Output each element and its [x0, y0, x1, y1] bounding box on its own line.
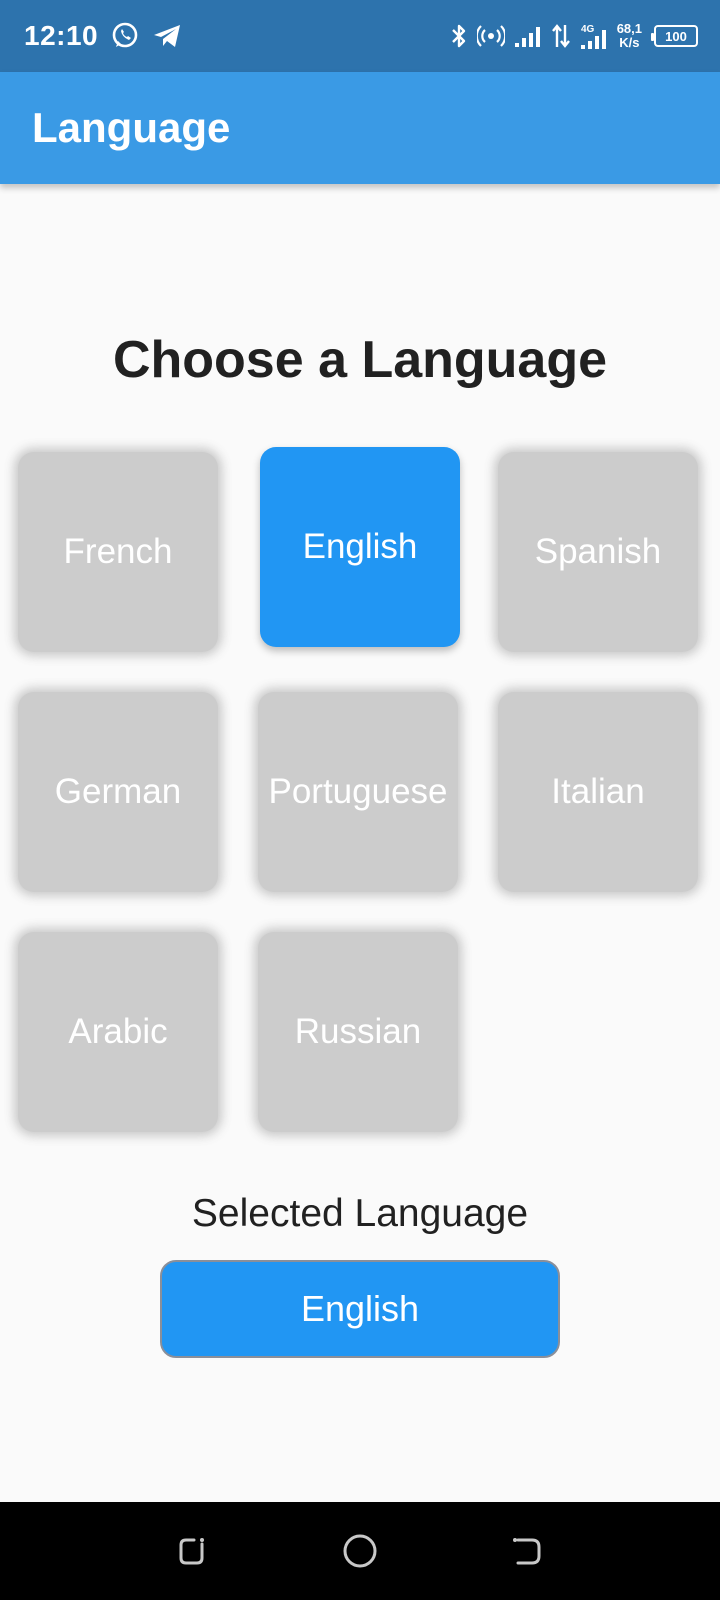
back-icon[interactable] [497, 1521, 557, 1581]
language-tile-russian[interactable]: Russian [258, 932, 458, 1132]
speed-unit: K/s [619, 35, 640, 50]
battery-level: 100 [665, 28, 687, 44]
app-title: Language [32, 104, 231, 151]
bluetooth-icon [449, 22, 469, 50]
battery-icon: 100 [651, 25, 698, 47]
language-tile-french[interactable]: French [18, 452, 218, 652]
signal-4g-icon: 4G [579, 22, 609, 50]
language-label: Italian [551, 772, 645, 811]
status-right: 4G 68,1 K/s 100 [449, 22, 698, 50]
network-speed: 68,1 K/s [617, 22, 642, 50]
language-label: French [63, 532, 173, 571]
language-label: Russian [294, 1012, 422, 1051]
telegram-icon [152, 22, 182, 50]
language-tile-portuguese[interactable]: Portuguese [258, 692, 458, 892]
selected-language-text: English [300, 1288, 420, 1329]
system-nav-bar [0, 1502, 720, 1600]
language-label: Portuguese [268, 772, 448, 811]
language-label: German [54, 772, 182, 811]
app-bar: Language [0, 72, 720, 184]
page-heading: Choose a Language [112, 331, 608, 389]
language-label: Arabic [68, 1012, 168, 1051]
data-arrows-icon [551, 23, 571, 49]
status-bar: 12:10 4G 68,1 K/s 100 [0, 0, 720, 72]
language-tile-spanish[interactable]: Spanish [498, 452, 698, 652]
network-type-text: 4G [581, 24, 595, 35]
speed-value: 68,1 [616, 21, 642, 36]
language-label: Spanish [534, 532, 662, 571]
language-tile-german[interactable]: German [18, 692, 218, 892]
recents-icon[interactable] [163, 1521, 223, 1581]
selected-language-label: Selected Language [191, 1192, 529, 1235]
language-label: English [302, 527, 418, 566]
selected-language-value: English [160, 1260, 560, 1358]
language-tile-italian[interactable]: Italian [498, 692, 698, 892]
status-time: 12:10 [24, 20, 99, 51]
home-icon[interactable] [330, 1521, 390, 1581]
hotspot-icon [476, 24, 505, 48]
status-left: 12:10 [24, 20, 182, 52]
whatsapp-icon [110, 21, 140, 51]
language-tile-arabic[interactable]: Arabic [18, 932, 218, 1132]
language-tile-english[interactable]: English [260, 447, 460, 647]
signal-icon [513, 24, 543, 48]
